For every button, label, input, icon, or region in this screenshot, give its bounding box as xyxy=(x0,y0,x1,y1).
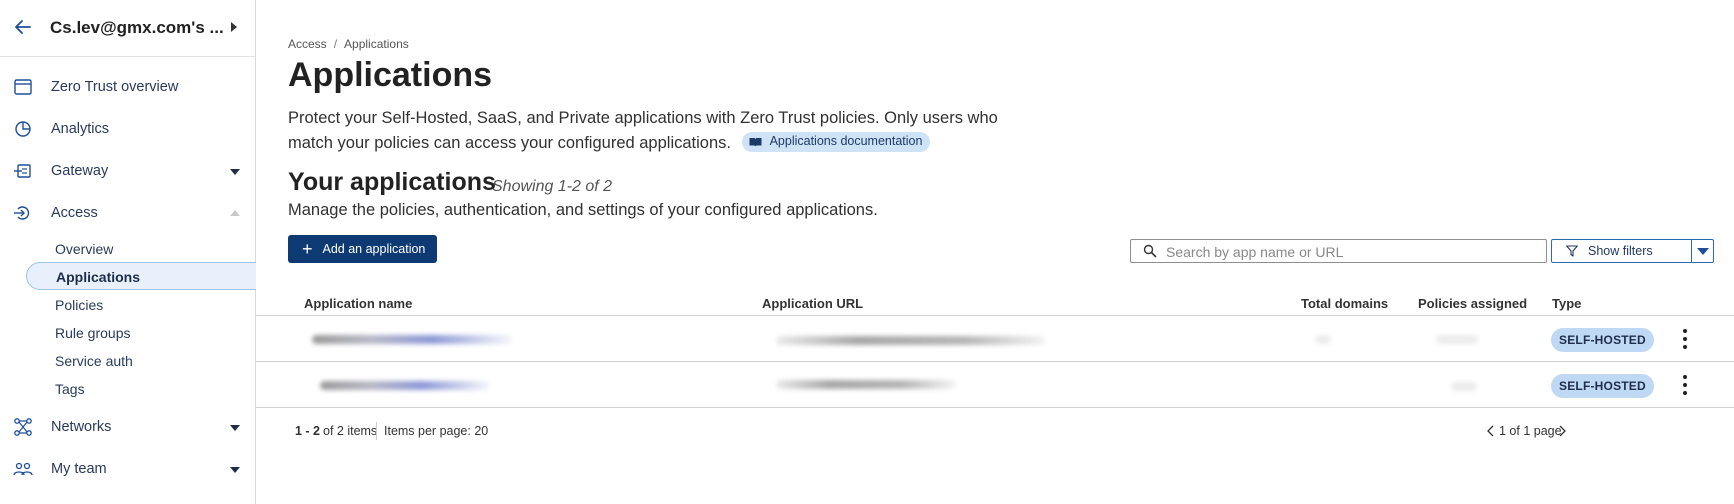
chevron-down-icon xyxy=(230,169,240,175)
items-per-page-select[interactable]: Items per page: 20 xyxy=(384,424,488,438)
sidebar-subitem-applications[interactable]: Applications xyxy=(26,262,256,290)
show-filters-label: Show filters xyxy=(1588,244,1653,258)
add-application-button[interactable]: + Add an application xyxy=(288,235,437,263)
sidebar-subitem-label: Rule groups xyxy=(55,325,131,341)
sidebar-subitem-label: Tags xyxy=(55,381,85,397)
sidebar-item-label: Analytics xyxy=(51,121,110,137)
pagination-divider xyxy=(376,422,377,440)
chevron-down-icon xyxy=(230,425,240,431)
search-box[interactable] xyxy=(1130,239,1547,263)
plus-icon: + xyxy=(302,239,313,259)
sidebar-item-zero-trust-overview[interactable]: Zero Trust overview xyxy=(0,72,256,102)
filter-icon xyxy=(1566,245,1578,257)
page-title: Applications xyxy=(288,56,493,94)
sidebar-item-label: Networks xyxy=(51,419,112,435)
add-application-label: Add an application xyxy=(322,242,426,256)
sidebar-subitem-rule-groups[interactable]: Rule groups xyxy=(26,318,256,346)
sidebar-item-analytics[interactable]: Analytics xyxy=(0,114,256,144)
application-url-cell xyxy=(776,336,1046,345)
account-header: Cs.lev@gmx.com's ... xyxy=(0,0,255,57)
table-header: Application name Application URL Total d… xyxy=(256,292,1734,316)
sidebar-item-my-team[interactable]: My team xyxy=(0,454,256,484)
sidebar-item-gateway[interactable]: Gateway xyxy=(0,156,256,186)
chevron-up-icon xyxy=(230,210,240,216)
pagination-range: 1 - 2 xyxy=(295,424,321,438)
sidebar-subitem-label: Policies xyxy=(55,297,104,313)
type-badge: SELF-HOSTED xyxy=(1551,328,1654,352)
breadcrumb-separator: / xyxy=(333,37,338,51)
browser-window-icon xyxy=(14,79,32,95)
column-header-type[interactable]: Type xyxy=(1552,296,1581,311)
sidebar-subitem-label: Applications xyxy=(56,269,141,285)
section-title: Your applications xyxy=(288,168,496,196)
column-header-application-url[interactable]: Application URL xyxy=(762,296,863,311)
book-icon xyxy=(749,137,762,147)
sidebar-subitem-tags[interactable]: Tags xyxy=(26,374,256,402)
sidebar-item-label: Zero Trust overview xyxy=(51,79,179,95)
row-actions-kebab-icon[interactable] xyxy=(1680,374,1690,396)
breadcrumb-current: Applications xyxy=(344,37,409,51)
team-icon xyxy=(13,462,33,476)
sidebar-subitem-service-auth[interactable]: Service auth xyxy=(26,346,256,374)
network-icon xyxy=(14,418,32,436)
pagination-total: of 2 items xyxy=(323,424,378,438)
search-icon xyxy=(1143,244,1157,258)
account-switcher-icon[interactable] xyxy=(231,22,237,32)
section-description: Manage the policies, authentication, and… xyxy=(288,201,878,219)
sidebar-item-label: Gateway xyxy=(51,163,109,179)
row-actions-kebab-icon[interactable] xyxy=(1680,328,1690,350)
application-name-cell[interactable] xyxy=(312,335,512,344)
pie-chart-icon xyxy=(15,121,31,137)
column-header-policies-assigned[interactable]: Policies assigned xyxy=(1418,296,1527,311)
sidebar-item-label: My team xyxy=(51,461,107,477)
page-indicator: 1 of 1 page xyxy=(1499,424,1562,438)
access-icon xyxy=(14,206,30,220)
pagination: 1 - 2 of 2 items Items per page: 20 1 of… xyxy=(256,422,1734,442)
chevron-down-icon xyxy=(230,467,240,473)
table-row[interactable]: SELF-HOSTED xyxy=(256,317,1734,362)
sidebar-item-networks[interactable]: Networks xyxy=(0,412,256,442)
application-name-cell[interactable] xyxy=(320,381,490,390)
column-header-application-name[interactable]: Application name xyxy=(304,296,412,311)
chevron-left-icon[interactable] xyxy=(1486,425,1494,437)
docs-link-label: Applications documentation xyxy=(769,134,923,149)
results-count: Showing 1-2 of 2 xyxy=(492,178,613,195)
sidebar: Cs.lev@gmx.com's ... Zero Trust overview… xyxy=(0,0,256,504)
search-input[interactable] xyxy=(1166,242,1536,261)
type-badge: SELF-HOSTED xyxy=(1551,374,1654,398)
chevron-right-icon[interactable] xyxy=(1559,425,1567,437)
column-header-total-domains[interactable]: Total domains xyxy=(1301,296,1388,311)
page-description: Protect your Self-Hosted, SaaS, and Priv… xyxy=(288,106,1028,156)
show-filters-button[interactable]: Show filters xyxy=(1551,239,1692,263)
application-url-cell xyxy=(776,380,956,389)
total-domains-cell xyxy=(1315,335,1331,344)
docs-link[interactable]: Applications documentation xyxy=(741,131,931,152)
sidebar-item-access[interactable]: Access xyxy=(0,198,256,228)
gateway-icon xyxy=(14,164,31,178)
table-row[interactable]: SELF-HOSTED xyxy=(256,363,1734,408)
sidebar-subitem-overview[interactable]: Overview xyxy=(26,234,256,262)
filters-dropdown-button[interactable] xyxy=(1691,239,1714,263)
back-arrow-icon[interactable] xyxy=(12,16,34,38)
sidebar-subitem-label: Service auth xyxy=(55,353,133,369)
sidebar-item-label: Access xyxy=(51,205,98,221)
policies-assigned-cell xyxy=(1436,335,1478,344)
sidebar-subitem-label: Overview xyxy=(55,241,114,257)
policies-assigned-cell xyxy=(1451,382,1477,391)
chevron-down-icon xyxy=(1697,248,1709,255)
main-content: Access / Applications Applications Protect… xyxy=(256,0,1734,504)
account-name[interactable]: Cs.lev@gmx.com's ... xyxy=(50,18,224,38)
breadcrumb: Access / Applications xyxy=(288,37,409,51)
breadcrumb-access-link[interactable]: Access xyxy=(288,37,327,51)
sidebar-subitem-policies[interactable]: Policies xyxy=(26,290,256,318)
